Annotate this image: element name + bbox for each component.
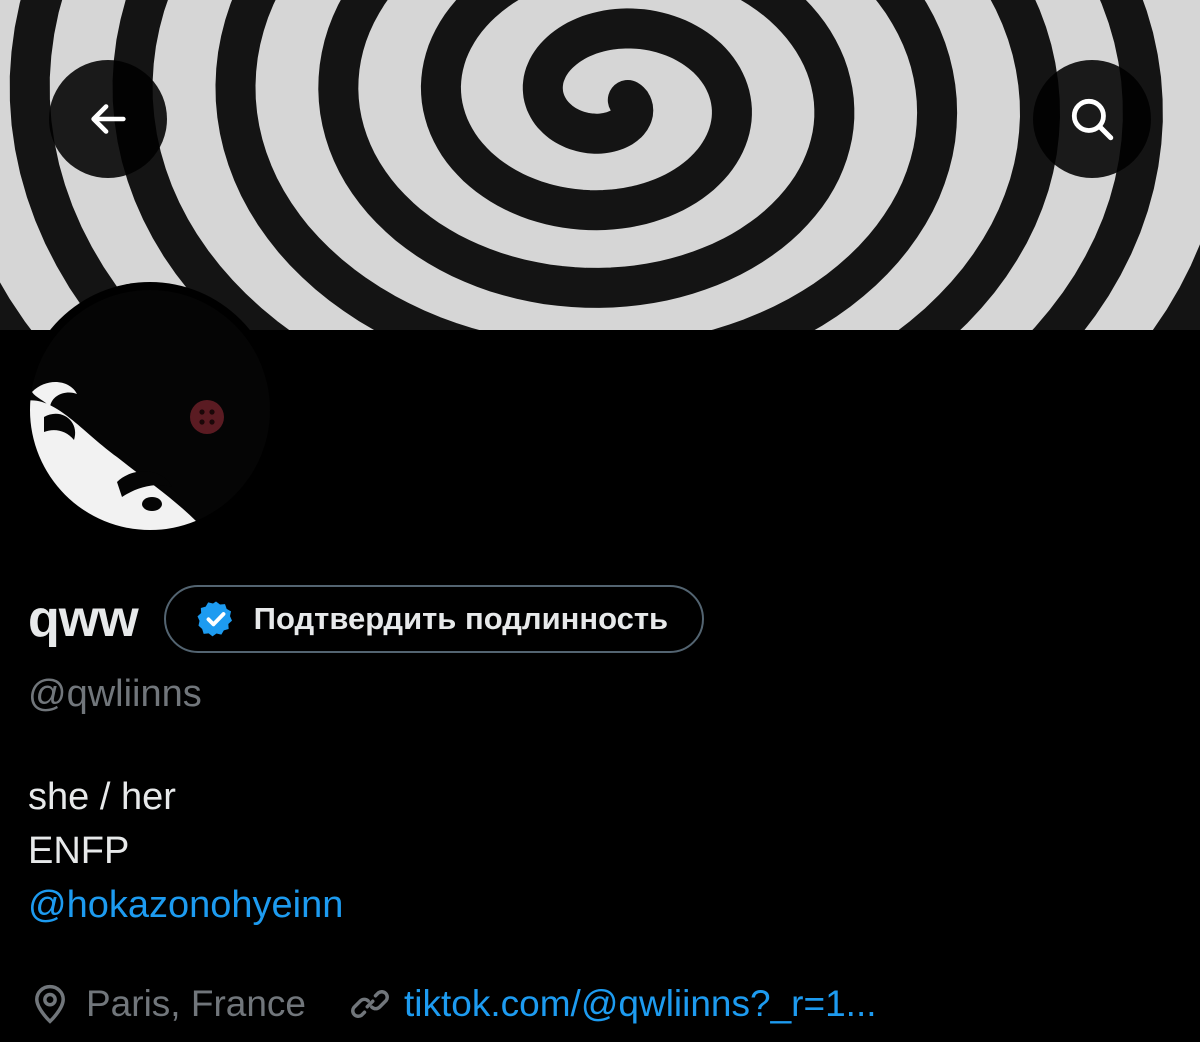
display-name: qww — [28, 590, 139, 648]
profile-bio: she / her ENFP @hokazonohyeinn — [28, 770, 343, 932]
avatar-image — [28, 288, 272, 532]
verified-badge-icon — [197, 601, 232, 637]
bio-line-mbti: ENFP — [28, 830, 130, 872]
search-icon — [1071, 98, 1114, 141]
search-button[interactable] — [1033, 60, 1151, 178]
banner-spiral-image — [0, 0, 1200, 330]
profile-meta-row: Paris, France tiktok.com/@qwliinns?_r=1.… — [28, 976, 877, 1032]
profile-handle: @qwliinns — [28, 673, 202, 715]
location-text: Paris, France — [86, 983, 307, 1024]
link-icon — [351, 989, 389, 1019]
website-link[interactable]: tiktok.com/@qwliinns?_r=1... — [404, 983, 877, 1025]
bio-line-pronouns: she / her — [28, 776, 176, 818]
back-button[interactable] — [49, 60, 167, 178]
bio-mention-link[interactable]: @hokazonohyeinn — [28, 878, 343, 932]
verify-identity-label: Подтвердить подлинность — [253, 601, 669, 636]
profile-banner[interactable] — [0, 0, 1200, 330]
profile-name-row: qww Подтвердить подлинность — [28, 582, 705, 656]
arrow-left-icon — [91, 104, 126, 134]
verify-identity-button[interactable]: Подтвердить подлинность — [163, 585, 705, 653]
avatar[interactable] — [22, 282, 278, 538]
location-pin-icon — [35, 984, 65, 1024]
